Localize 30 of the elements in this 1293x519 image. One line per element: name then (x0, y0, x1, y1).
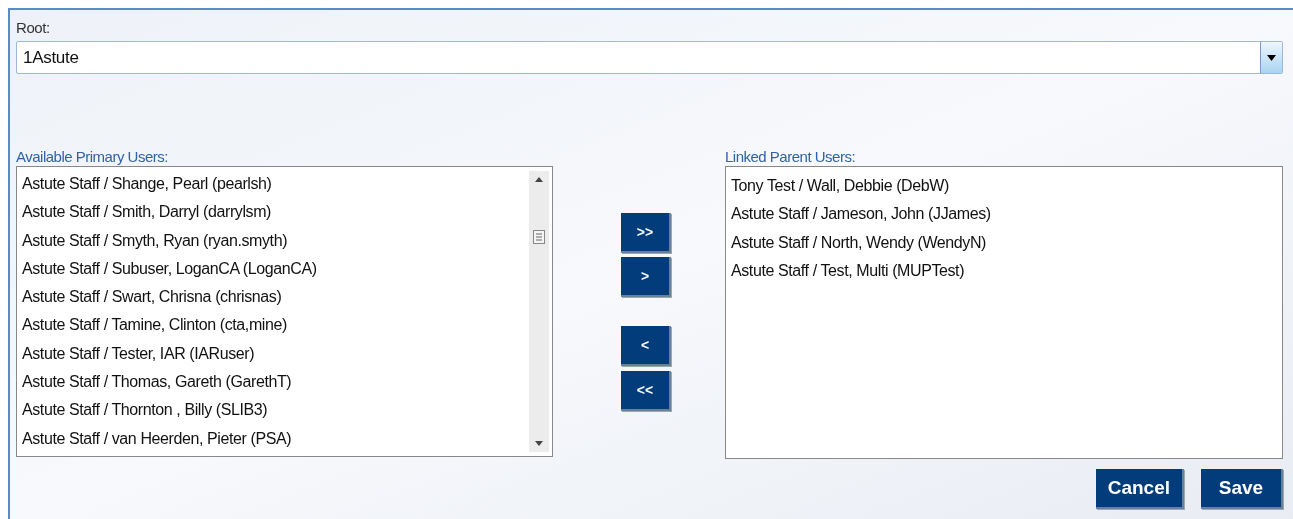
available-users-label: Available Primary Users: (16, 148, 169, 166)
list-option[interactable]: Astute Staff / Subuser, LoganCA (LoganCA) (22, 254, 529, 284)
list-option[interactable]: Astute Staff / Test, Multi (MUPTest) (731, 256, 1282, 286)
save-button[interactable]: Save (1201, 469, 1283, 509)
scrollbar[interactable] (529, 171, 549, 452)
move-all-left-button[interactable]: << (621, 371, 671, 411)
list-option[interactable]: Astute Staff / van Heerden, Pieter (PSA) (22, 424, 529, 453)
list-option[interactable]: Astute Staff / Thornton , Billy (SLIB3) (22, 396, 529, 425)
scroll-down-icon[interactable] (535, 441, 543, 446)
move-right-button[interactable]: > (621, 257, 671, 297)
available-users-listbox[interactable] (16, 166, 553, 457)
move-all-right-button[interactable]: >> (621, 213, 671, 253)
list-option[interactable]: Astute Staff / Jameson, John (JJames) (731, 200, 1282, 229)
list-option[interactable]: Astute Staff / Tamine, Clinton (cta,mine) (22, 311, 529, 340)
move-left-button[interactable]: < (621, 326, 671, 366)
linked-users-label: Linked Parent Users: (725, 148, 857, 166)
list-option[interactable]: Astute Staff / Swart, Chrisna (chrisnas) (22, 283, 529, 312)
list-option[interactable]: Astute Staff / Smith, Darryl (darrylsm) (22, 198, 529, 227)
scroll-up-icon[interactable] (535, 177, 543, 182)
list-option[interactable]: Astute Staff / Thomas, Gareth (GarethT) (22, 368, 529, 397)
list-option[interactable]: Astute Staff / Shange, Pearl (pearlsh) (22, 170, 529, 199)
list-option[interactable]: Tony Test / Wall, Debbie (DebW) (731, 172, 1282, 201)
root-label: Root: (16, 19, 51, 37)
list-option[interactable]: Astute Staff / Smyth, Ryan (ryan.smyth) (22, 226, 529, 255)
cancel-button[interactable]: Cancel (1095, 469, 1184, 509)
scroll-thumb-icon[interactable] (533, 229, 545, 244)
list-option[interactable]: Astute Staff / North, Wendy (WendyN) (731, 228, 1282, 257)
root-dropdown[interactable]: 1Astute (16, 41, 1283, 74)
linked-users-listbox[interactable]: Tony Test / Wall, Debbie (DebW) Astute Staff / Jameson, John (JJames) Astute Staff / North, Wendy (WendyN) Astute Staff / Test, Multi (MUPTest) (725, 166, 1283, 459)
list-option[interactable]: Astute Staff / Tester, IAR (IARuser) (22, 339, 529, 369)
